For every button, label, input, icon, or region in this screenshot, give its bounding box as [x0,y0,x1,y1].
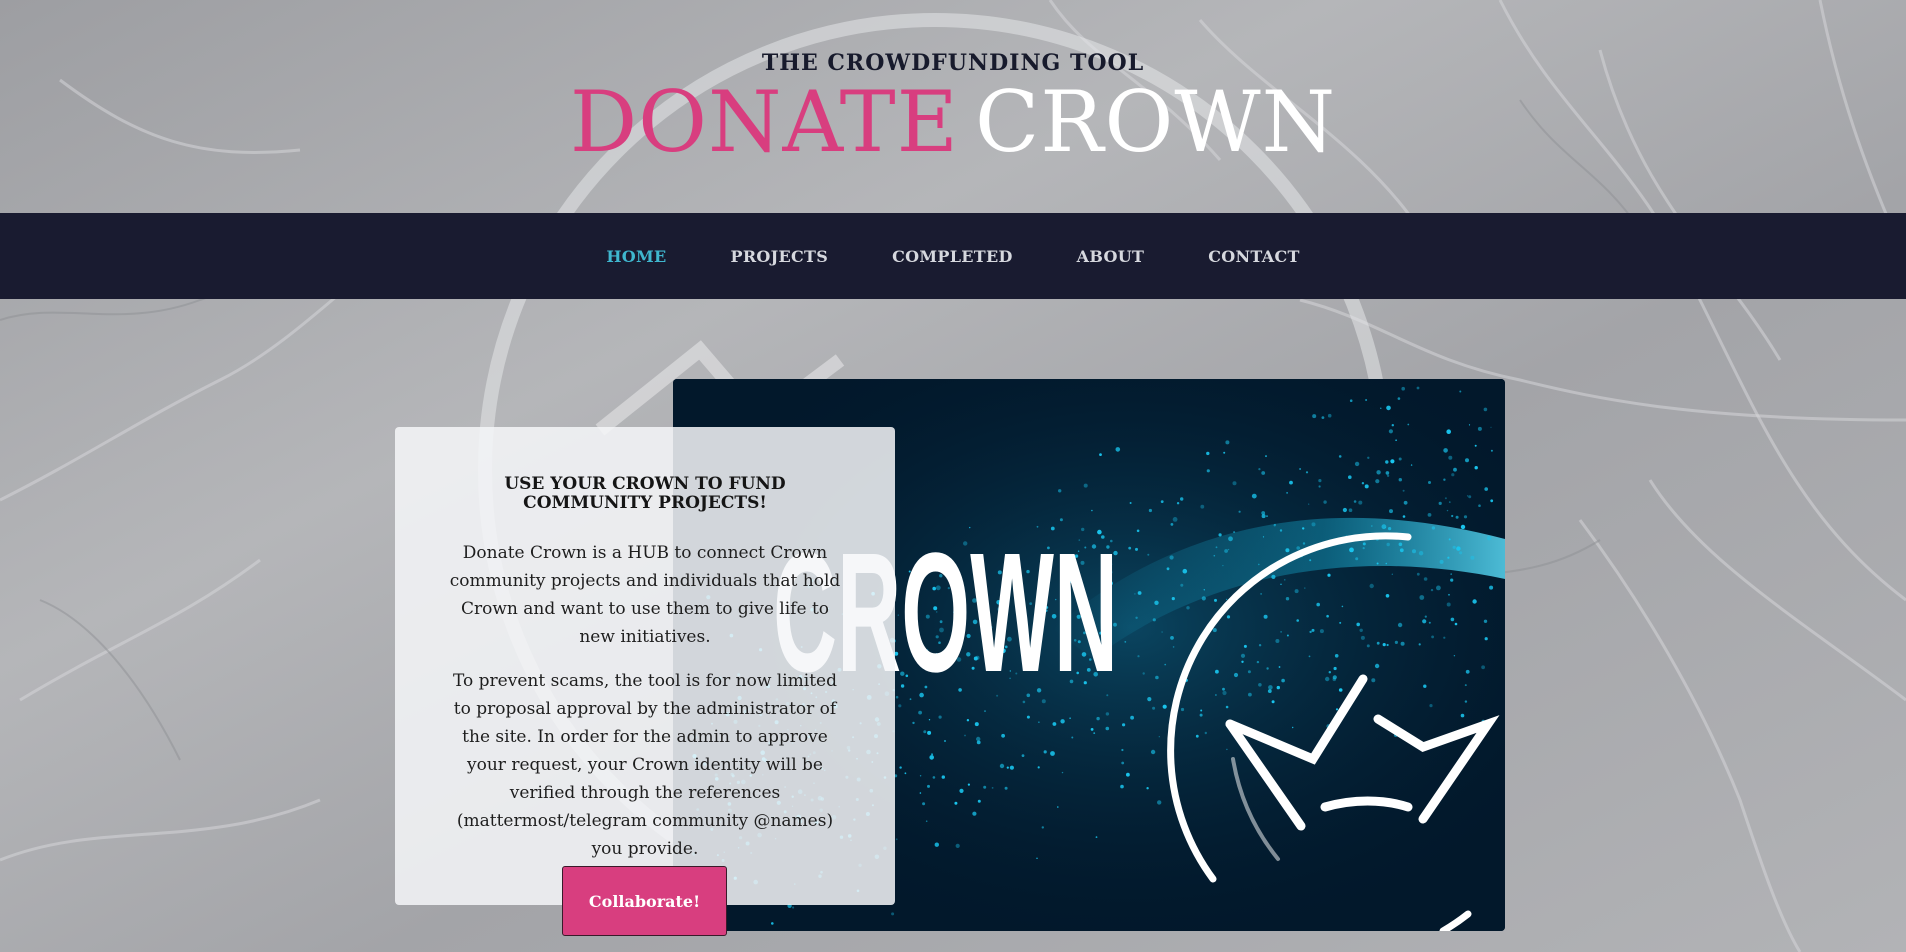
intro-title: USE YOUR CROWN TO FUND COMMUNITY PROJECT… [504,474,786,513]
nav-item-home[interactable]: HOME [606,247,666,266]
nav-item-contact[interactable]: CONTACT [1208,247,1299,266]
main-navigation: HOME PROJECTS COMPLETED ABOUT CONTACT [0,213,1906,299]
nav-item-completed[interactable]: COMPLETED [892,247,1013,266]
collaborate-button[interactable]: Collaborate! [562,866,727,936]
brand-secondary: CROWN [974,73,1337,171]
site-logo-text[interactable]: DONATE CROWN [0,72,1906,172]
brand-primary: DONATE [569,73,959,171]
nav-item-about[interactable]: ABOUT [1077,247,1145,266]
intro-paragraph-1: Donate Crown is a HUB to connect Crown c… [449,543,841,647]
intro-paragraph-2: To prevent scams, the tool is for now li… [453,671,837,859]
site-header: THE CROWDFUNDING TOOL DONATE CROWN [0,0,1906,213]
intro-card: USE YOUR CROWN TO FUND COMMUNITY PROJECT… [395,427,895,905]
nav-item-projects[interactable]: PROJECTS [730,247,828,266]
